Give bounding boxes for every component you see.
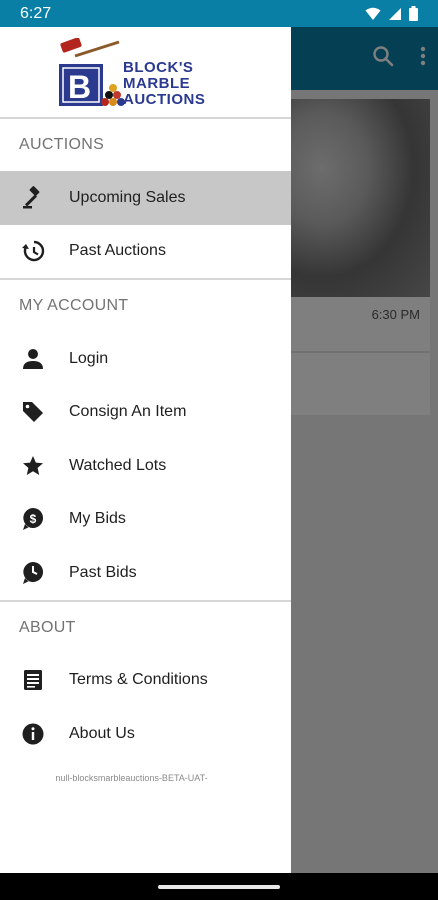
build-info-text: null-blocksmarbleauctions-BETA-UAT- <box>55 772 208 783</box>
battery-icon <box>409 6 418 21</box>
document-icon <box>20 667 46 693</box>
logo-line-2: MARBLE <box>123 75 191 92</box>
section-header-auctions: AUCTIONS <box>19 136 105 153</box>
menu-item-past-bids[interactable]: Past Bids <box>0 546 291 600</box>
menu-item-terms-conditions[interactable]: Terms & Conditions <box>0 654 291 708</box>
svg-text:B: B <box>68 69 91 105</box>
menu-item-upcoming-sales[interactable]: Upcoming Sales <box>0 171 291 225</box>
blocks-marble-auctions-logo: B BLOCK'S MARBLE AUCTIONS <box>57 37 237 110</box>
menu-label-about-us: About Us <box>69 724 135 742</box>
menu-label-login: Login <box>69 349 109 367</box>
history-icon <box>20 238 46 264</box>
menu-item-consign-an-item[interactable]: Consign An Item <box>0 386 291 440</box>
status-bar: 6:27 <box>0 0 438 27</box>
clock-pin-icon <box>20 560 46 586</box>
gavel-icon <box>20 185 46 211</box>
home-gesture-handle[interactable] <box>158 885 280 889</box>
info-icon <box>20 721 46 747</box>
menu-label-terms-conditions: Terms & Conditions <box>69 671 208 689</box>
logo-line-1: BLOCK'S <box>123 59 194 76</box>
menu-item-past-auctions[interactable]: Past Auctions <box>0 225 291 279</box>
menu-item-login[interactable]: Login <box>0 332 291 386</box>
person-icon <box>20 346 46 372</box>
logo-line-3: AUCTIONS <box>123 91 206 108</box>
drawer-header: B BLOCK'S MARBLE AUCTIONS <box>0 27 291 119</box>
wifi-icon <box>365 7 381 20</box>
svg-text:$: $ <box>30 512 37 526</box>
section-header-about: ABOUT <box>19 618 76 636</box>
menu-label-past-bids: Past Bids <box>69 563 137 581</box>
menu-item-watched-lots[interactable]: Watched Lots <box>0 439 291 493</box>
status-time: 6:27 <box>20 4 52 22</box>
star-icon <box>20 453 46 479</box>
menu-label-watched-lots: Watched Lots <box>69 456 167 474</box>
menu-label-consign-an-item: Consign An Item <box>69 403 187 421</box>
section-header-my-account: MY ACCOUNT <box>19 297 129 314</box>
menu-label-upcoming-sales: Upcoming Sales <box>69 188 186 206</box>
status-icons <box>365 6 418 21</box>
logo-wordmark: BLOCK'S MARBLE AUCTIONS <box>123 60 205 108</box>
navigation-drawer: B BLOCK'S MARBLE AUCTIONS AUCTIONS Upcom… <box>0 27 291 873</box>
tag-icon <box>20 399 46 425</box>
menu-label-my-bids: My Bids <box>69 510 126 528</box>
system-nav-bar <box>0 873 438 900</box>
dollar-pin-icon: $ <box>20 506 46 532</box>
menu-item-my-bids[interactable]: $ My Bids <box>0 493 291 547</box>
menu-label-past-auctions: Past Auctions <box>69 242 166 260</box>
menu-item-about-us[interactable]: About Us <box>0 707 291 761</box>
signal-icon <box>389 7 401 20</box>
